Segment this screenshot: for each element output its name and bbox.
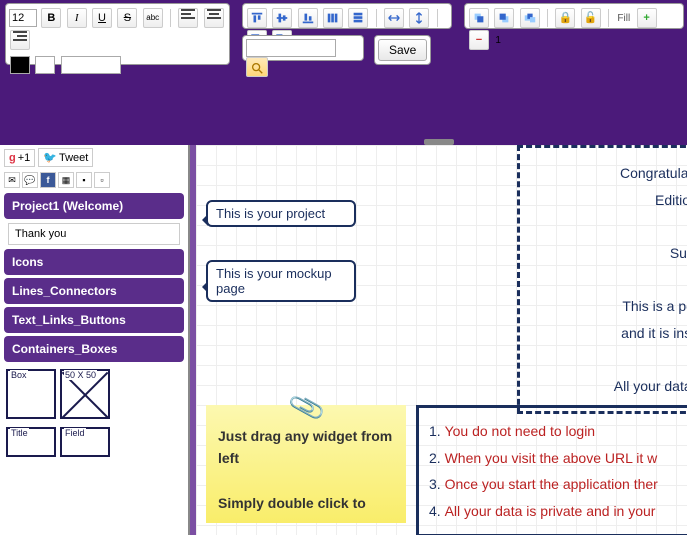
search-group xyxy=(242,35,364,61)
align-bottom-button[interactable] xyxy=(298,8,318,28)
welcome-line: This is a personal editi xyxy=(532,293,687,320)
text-format-toolbar: B I U S abc xyxy=(5,3,230,65)
widget-box[interactable]: Box xyxy=(6,369,56,419)
forward-button[interactable] xyxy=(520,8,540,28)
list-item: You do not need to login xyxy=(429,418,687,445)
welcome-line: Congratulations! You ju xyxy=(532,160,687,187)
save-button[interactable]: Save xyxy=(378,39,427,61)
category-icons[interactable]: Icons xyxy=(4,249,184,275)
bring-front-button[interactable] xyxy=(469,8,489,28)
align-left-button[interactable] xyxy=(178,8,198,28)
canvas[interactable]: This is your project This is your mockup… xyxy=(196,145,687,535)
widget-title[interactable]: Title xyxy=(6,427,56,457)
unlock-button[interactable]: 🔓 xyxy=(581,8,601,28)
send-back-button[interactable] xyxy=(494,8,514,28)
category-text[interactable]: Text_Links_Buttons xyxy=(4,307,184,333)
resize-v-button[interactable] xyxy=(409,8,429,28)
search-input[interactable] xyxy=(246,39,336,57)
callout-page[interactable]: This is your mockup page xyxy=(206,260,356,302)
font-size-input[interactable] xyxy=(9,9,37,27)
canvas-wrap: This is your project This is your mockup… xyxy=(190,145,687,535)
italic-button[interactable]: I xyxy=(67,8,87,28)
welcome-line: All your data is stored loc xyxy=(532,373,687,400)
category-containers[interactable]: Containers_Boxes xyxy=(4,336,184,362)
google-plus-button[interactable]: g+1 xyxy=(4,149,35,167)
welcome-line: and it is installed as pa xyxy=(532,320,687,347)
remove-button[interactable]: − xyxy=(469,30,489,50)
gplus-icon: g xyxy=(9,152,16,164)
list-item: All your data is private and in your xyxy=(429,498,687,525)
strikethrough-button[interactable]: S xyxy=(117,8,137,28)
welcome-line: Surpris xyxy=(532,240,687,267)
instructions-list[interactable]: You do not need to login When you visit … xyxy=(416,405,687,535)
chat-icon[interactable]: 💬 xyxy=(22,172,38,188)
share-icon-1[interactable]: ▦ xyxy=(58,172,74,188)
text-color-swatch[interactable] xyxy=(10,56,30,74)
mail-icon[interactable]: ✉ xyxy=(4,172,20,188)
underline-button[interactable]: U xyxy=(92,8,112,28)
extra-color-swatch[interactable] xyxy=(61,56,121,74)
bg-color-swatch[interactable] xyxy=(35,56,55,74)
widget-field[interactable]: Field xyxy=(60,427,110,457)
share-icon-2[interactable]: ▪ xyxy=(76,172,92,188)
category-lines[interactable]: Lines_Connectors xyxy=(4,278,184,304)
twitter-icon: 🐦 xyxy=(43,151,57,164)
widget-50x50[interactable]: 50 X 50 xyxy=(60,369,110,419)
fill-label: Fill xyxy=(617,13,630,24)
bold-button[interactable]: B xyxy=(41,8,61,28)
sticky-note[interactable]: 📎 Just drag any widget from left Simply … xyxy=(206,405,406,523)
align-top-button[interactable] xyxy=(247,8,267,28)
project-item[interactable]: Thank you xyxy=(8,223,180,245)
callout-project[interactable]: This is your project xyxy=(206,200,356,227)
sidebar: g+1 🐦Tweet ✉ 💬 f ▦ ▪ ▫ Project1 (Welcome… xyxy=(0,145,190,535)
count-label: 1 xyxy=(495,35,501,46)
share-icon-3[interactable]: ▫ xyxy=(94,172,110,188)
align-distribute-toolbar xyxy=(242,3,452,29)
sticky-line: Just drag any widget from left xyxy=(218,425,394,470)
sticky-line: Simply double click to xyxy=(218,492,394,514)
distribute-h-button[interactable] xyxy=(323,8,343,28)
align-middle-button[interactable] xyxy=(272,8,292,28)
align-right-button[interactable] xyxy=(10,30,30,50)
add-button[interactable]: + xyxy=(637,8,657,28)
facebook-icon[interactable]: f xyxy=(40,172,56,188)
welcome-line: Edition of M xyxy=(532,187,687,214)
project-header[interactable]: Project1 (Welcome) xyxy=(4,193,184,219)
list-item: Once you start the application ther xyxy=(429,471,687,498)
search-icon xyxy=(249,61,265,75)
save-group: Save xyxy=(374,35,431,65)
abc-button[interactable]: abc xyxy=(143,8,163,28)
list-item: When you visit the above URL it w xyxy=(429,445,687,472)
lock-button[interactable]: 🔒 xyxy=(555,8,575,28)
welcome-box[interactable]: Congratulations! You ju Edition of M Sur… xyxy=(517,145,687,414)
tweet-button[interactable]: 🐦Tweet xyxy=(38,148,93,167)
align-center-button[interactable] xyxy=(204,8,224,28)
distribute-v-button[interactable] xyxy=(348,8,368,28)
search-button[interactable] xyxy=(246,57,268,77)
arrange-toolbar: 🔒 🔓 Fill + − 1 xyxy=(464,3,684,29)
resize-h-button[interactable] xyxy=(384,8,404,28)
